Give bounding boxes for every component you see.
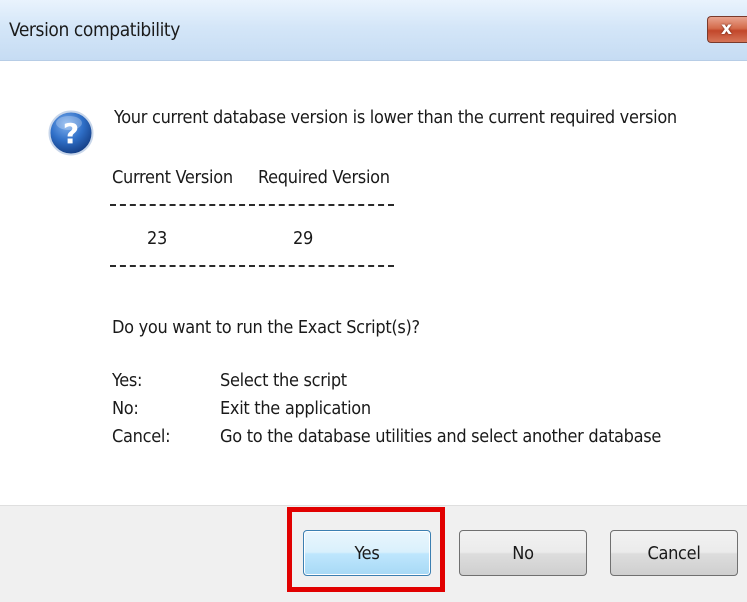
close-button[interactable]: x — [707, 16, 747, 43]
title-bar[interactable]: Version compatibility x — [0, 0, 747, 61]
option-desc-cancel: Go to the database utilities and select … — [220, 426, 662, 447]
option-desc-no: Exit the application — [220, 398, 371, 419]
question-icon: ? — [48, 110, 94, 156]
version-compatibility-dialog: Version compatibility x ? Your current d… — [0, 0, 747, 602]
yes-highlight-box — [287, 507, 445, 592]
required-version-header: Required Version — [258, 167, 390, 188]
window-title: Version compatibility — [9, 19, 180, 41]
current-version-value: 23 — [147, 228, 168, 249]
current-version-header: Current Version — [112, 167, 233, 188]
cancel-button[interactable]: Cancel — [610, 530, 738, 576]
option-key-no: No: — [112, 398, 139, 419]
separator-top — [110, 204, 394, 206]
message-headline: Your current database version is lower t… — [114, 107, 677, 128]
no-button-label: No — [512, 542, 534, 564]
required-version-value: 29 — [293, 228, 314, 249]
option-key-cancel: Cancel: — [112, 426, 171, 447]
question-prompt: Do you want to run the Exact Script(s)? — [112, 317, 420, 338]
cancel-button-label: Cancel — [647, 542, 701, 564]
option-desc-yes: Select the script — [220, 370, 347, 391]
no-button[interactable]: No — [459, 530, 587, 576]
close-icon: x — [721, 19, 732, 39]
separator-bottom — [110, 265, 394, 267]
option-key-yes: Yes: — [112, 370, 143, 391]
svg-text:?: ? — [63, 117, 79, 150]
